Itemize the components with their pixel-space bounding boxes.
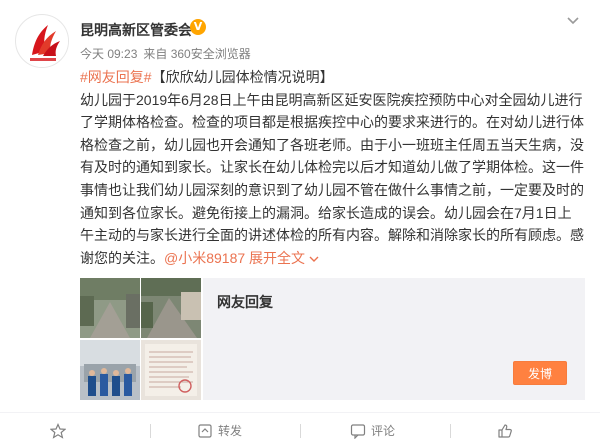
- photo-thumbnail[interactable]: [141, 340, 201, 400]
- mention-link[interactable]: @小米89187: [164, 250, 245, 266]
- repost-icon: [198, 423, 212, 438]
- divider: [450, 424, 451, 438]
- star-icon: [50, 422, 66, 439]
- post-source: 来自 360安全浏览器: [143, 47, 251, 61]
- author-name[interactable]: 昆明高新区管委会: [80, 20, 192, 40]
- post-meta: 今天 09:23 来自 360安全浏览器: [80, 45, 251, 62]
- thumbs-up-icon: [498, 423, 512, 438]
- topic-card-title: 网友回复: [217, 294, 273, 310]
- divider: [150, 424, 151, 438]
- author-avatar[interactable]: [15, 14, 69, 68]
- post-time[interactable]: 今天 09:23: [80, 47, 137, 61]
- photo-grid: [80, 278, 201, 400]
- verified-badge-icon: V: [190, 19, 206, 35]
- weibo-post-card: 昆明高新区管委会 V 今天 09:23 来自 360安全浏览器 #网友回复#【欣欣…: [0, 0, 600, 447]
- logo-icon: [17, 16, 68, 67]
- chevron-down-icon[interactable]: [566, 16, 580, 26]
- divider: [300, 424, 301, 438]
- photo-thumbnail[interactable]: [80, 278, 140, 338]
- post-text: #网友回复#【欣欣幼儿园体检情况说明】 幼儿园于2019年6月28日上午由昆明高…: [80, 66, 585, 269]
- comment-button[interactable]: 评论: [350, 413, 395, 447]
- expand-label: 展开全文: [249, 249, 306, 266]
- expand-full-text-link[interactable]: 展开全文: [249, 250, 319, 266]
- favorite-button[interactable]: [50, 413, 71, 447]
- topic-tag[interactable]: #网友回复#: [80, 69, 152, 85]
- post-body: 幼儿园于2019年6月28日上午由昆明高新区延安医院疾控预防中心对全园幼儿进行了…: [80, 91, 584, 266]
- post-button[interactable]: 发博: [513, 361, 567, 385]
- comment-icon: [350, 423, 366, 439]
- chevron-down-icon: [309, 256, 319, 263]
- repost-label: 转发: [218, 424, 243, 438]
- topic-card[interactable]: 网友回复 发博: [203, 278, 585, 400]
- post-headline: 【欣欣幼儿园体检情况说明】: [151, 69, 334, 85]
- comment-label: 评论: [371, 424, 396, 438]
- repost-button[interactable]: 转发: [197, 413, 242, 447]
- like-button[interactable]: [497, 413, 518, 447]
- photo-thumbnail[interactable]: [141, 278, 201, 338]
- photo-thumbnail[interactable]: [80, 340, 140, 400]
- action-bar: 转发 评论: [0, 412, 600, 447]
